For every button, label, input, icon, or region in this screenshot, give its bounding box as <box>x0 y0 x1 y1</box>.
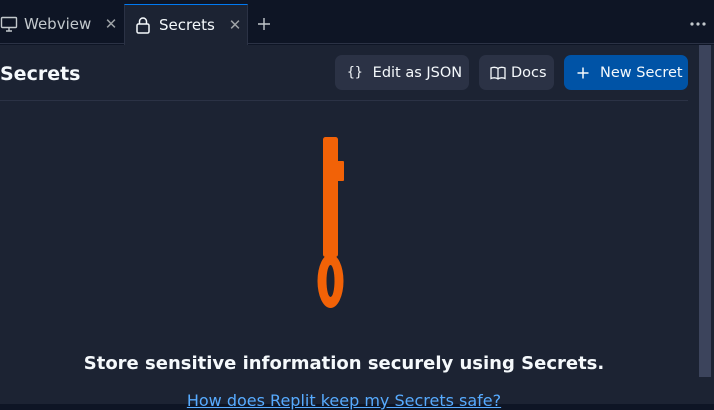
ellipsis-icon[interactable] <box>688 16 708 32</box>
header-divider <box>0 100 688 101</box>
scrollbar-thumb[interactable] <box>699 45 711 377</box>
edit-as-json-label: Edit as JSON <box>372 64 463 81</box>
plus-icon[interactable] <box>256 16 272 32</box>
tab-bar: Webview ✕ Secrets ✕ <box>0 4 714 45</box>
plus-icon <box>576 66 590 80</box>
docs-label: Docs <box>511 64 547 81</box>
tab-webview[interactable]: Webview ✕ <box>0 4 124 44</box>
new-secret-label: New Secret <box>600 64 683 81</box>
docs-button[interactable]: Docs <box>479 55 554 90</box>
secrets-panel: Secrets {} Edit as JSON Docs New Secret <box>0 45 698 410</box>
new-secret-button[interactable]: New Secret <box>564 55 688 90</box>
monitor-icon <box>0 15 18 33</box>
tab-label: Secrets <box>159 16 215 34</box>
close-icon[interactable]: ✕ <box>227 16 243 34</box>
close-icon[interactable]: ✕ <box>103 15 119 33</box>
secrets-safety-link[interactable]: How does Replit keep my Secrets safe? <box>0 391 688 410</box>
key-icon <box>308 135 354 311</box>
edit-as-json-button[interactable]: {} Edit as JSON <box>335 55 469 90</box>
braces-icon: {} <box>347 65 363 80</box>
book-icon <box>490 66 506 80</box>
scrollbar[interactable] <box>698 45 714 404</box>
page-title: Secrets <box>0 63 81 85</box>
tab-label: Webview <box>24 15 92 33</box>
empty-state-title: Store sensitive information securely usi… <box>83 353 605 374</box>
tab-secrets[interactable]: Secrets ✕ <box>124 4 248 45</box>
lock-icon <box>135 16 151 34</box>
